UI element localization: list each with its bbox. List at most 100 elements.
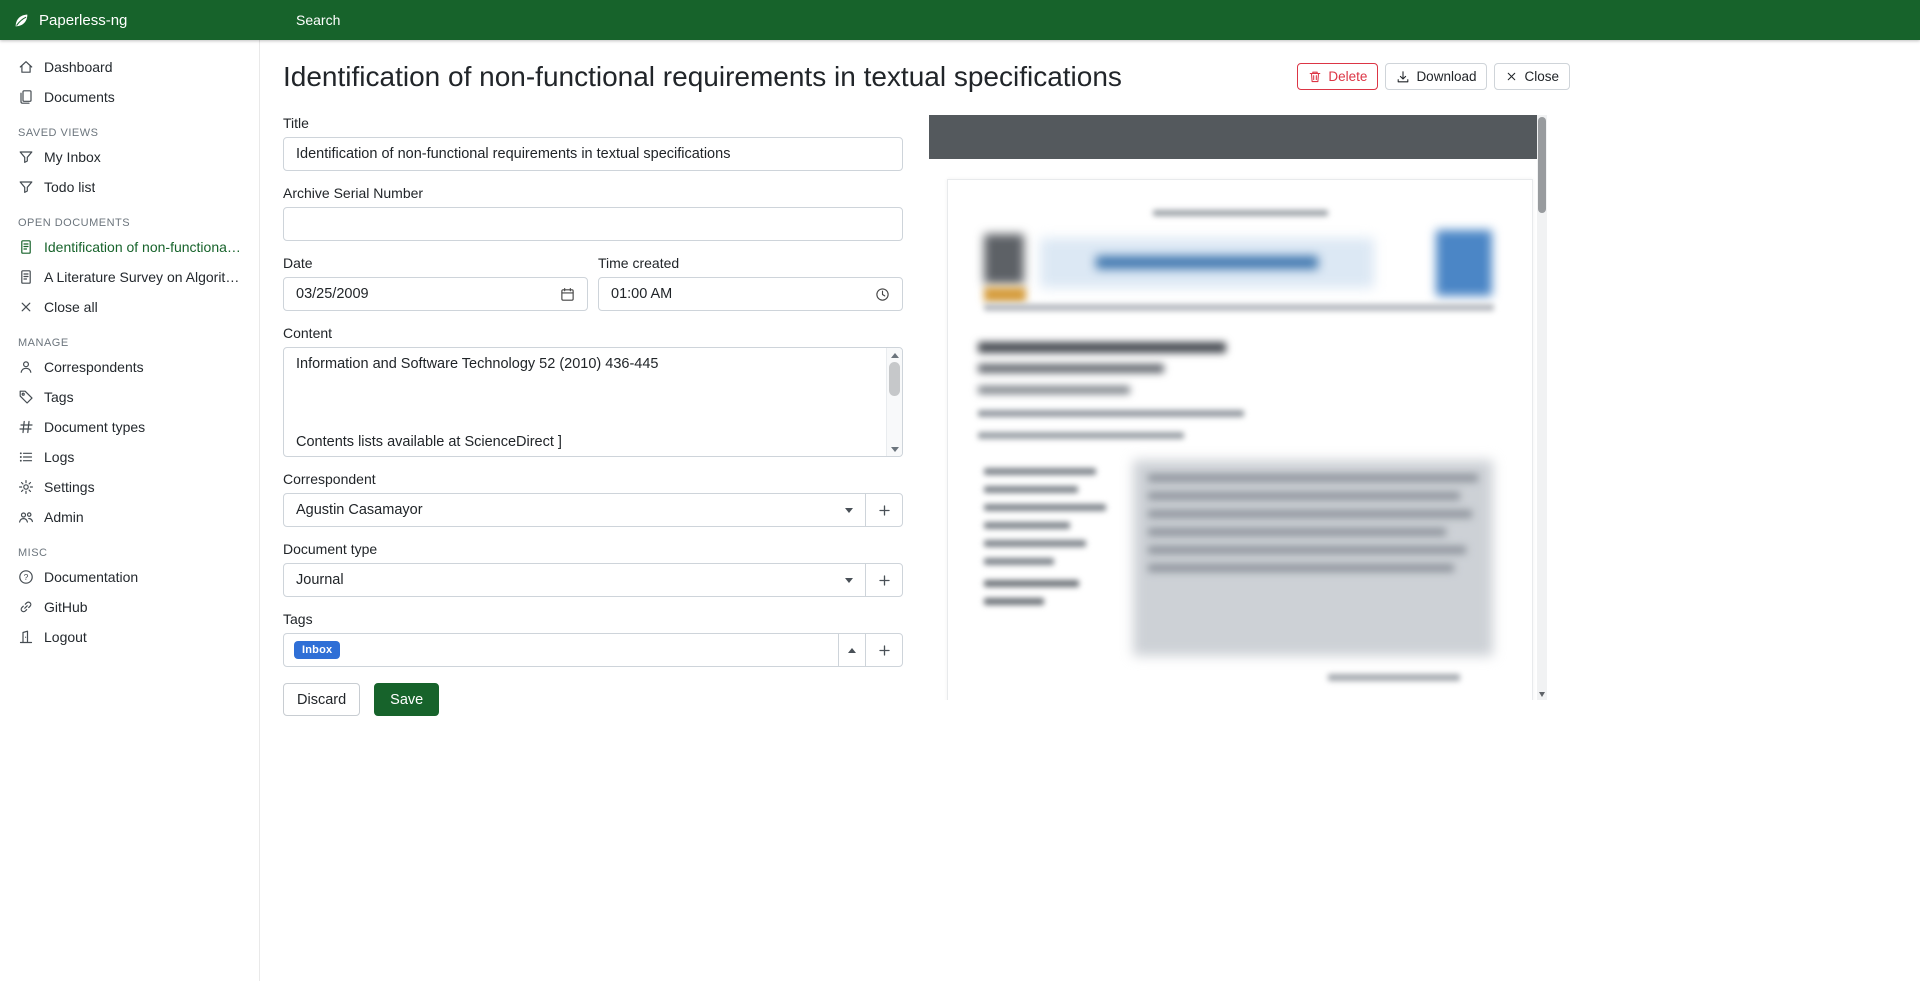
close-icon	[1505, 70, 1518, 83]
sidebar-item-tags[interactable]: Tags	[0, 382, 259, 412]
search-input[interactable]: Search	[296, 12, 340, 28]
sidebar-item-correspondents[interactable]: Correspondents	[0, 352, 259, 382]
tag-icon	[18, 389, 34, 405]
blur-shape	[1148, 528, 1446, 536]
sidebar-item-github[interactable]: GitHub	[0, 592, 259, 622]
correspondent-value: Agustin Casamayor	[296, 502, 423, 518]
tags-input[interactable]: Inbox	[283, 633, 839, 667]
pdf-scrollbar-thumb[interactable]	[1538, 117, 1546, 213]
sidebar-item-settings[interactable]: Settings	[0, 472, 259, 502]
blur-shape	[1436, 230, 1492, 296]
tags-field-label: Tags	[283, 611, 903, 627]
date-input[interactable]: 03/25/2009	[283, 277, 588, 311]
sidebar-open-document-1[interactable]: Identification of non-functional require…	[0, 232, 259, 262]
sidebar-item-dashboard[interactable]: Dashboard	[0, 52, 259, 82]
blur-shape	[978, 432, 1184, 439]
scroll-up-arrow-icon[interactable]	[887, 348, 903, 362]
section-title-misc: MISC	[0, 547, 259, 559]
gear-icon	[18, 479, 34, 495]
time-created-value: 01:00 AM	[611, 286, 672, 302]
scroll-down-arrow-icon[interactable]	[887, 442, 903, 456]
blur-shape	[978, 364, 1164, 373]
sidebar-open-document-2[interactable]: A Literature Survey on Algorithms for Mu…	[0, 262, 259, 292]
tag-badge-inbox[interactable]: Inbox	[294, 641, 340, 659]
list-icon	[18, 449, 34, 465]
question-circle-icon: ?	[18, 569, 34, 585]
delete-button[interactable]: Delete	[1297, 63, 1378, 90]
pdf-scrollbar[interactable]	[1537, 115, 1547, 700]
title-input[interactable]	[283, 137, 903, 171]
correspondent-select[interactable]: Agustin Casamayor	[283, 493, 866, 527]
save-button[interactable]: Save	[374, 683, 439, 716]
asn-field-label: Archive Serial Number	[283, 185, 903, 201]
pdf-scroll-down-arrow-icon[interactable]	[1538, 692, 1546, 697]
sidebar-item-documentation[interactable]: ? Documentation	[0, 562, 259, 592]
sidebar: Dashboard Documents SAVED VIEWS My Inbox…	[0, 40, 260, 981]
sidebar-item-label: Document types	[44, 419, 145, 435]
sidebar-item-label: GitHub	[44, 599, 88, 615]
add-document-type-button[interactable]	[865, 563, 903, 597]
sidebar-item-label: Correspondents	[44, 359, 144, 375]
document-type-value: Journal	[296, 572, 344, 588]
add-tag-button[interactable]	[865, 633, 903, 667]
close-button-label: Close	[1524, 69, 1559, 84]
download-icon	[1396, 70, 1410, 84]
blur-shape	[984, 287, 1026, 302]
content-scrollbar-thumb[interactable]	[889, 362, 900, 396]
filter-icon	[18, 179, 34, 195]
blur-shape	[984, 522, 1070, 529]
sidebar-item-label: Close all	[44, 299, 98, 315]
file-text-icon	[18, 269, 34, 285]
content-textarea[interactable]: Information and Software Technology 52 (…	[283, 347, 903, 457]
delete-button-label: Delete	[1328, 69, 1367, 84]
add-correspondent-button[interactable]	[865, 493, 903, 527]
blur-shape	[1148, 564, 1454, 572]
document-type-field-label: Document type	[283, 541, 903, 557]
sidebar-item-label: My Inbox	[44, 149, 101, 165]
sidebar-item-admin[interactable]: Admin	[0, 502, 259, 532]
sidebar-item-logs[interactable]: Logs	[0, 442, 259, 472]
sidebar-item-todo-list[interactable]: Todo list	[0, 172, 259, 202]
document-type-select[interactable]: Journal	[283, 563, 866, 597]
discard-button[interactable]: Discard	[283, 683, 360, 716]
calendar-icon[interactable]	[560, 287, 575, 302]
sidebar-item-my-inbox[interactable]: My Inbox	[0, 142, 259, 172]
sidebar-item-label: Settings	[44, 479, 95, 495]
document-edit-form: Title Archive Serial Number Date 03/25/2…	[283, 115, 903, 716]
chevron-down-icon	[845, 508, 853, 513]
person-icon	[18, 359, 34, 375]
sidebar-item-documents[interactable]: Documents	[0, 82, 259, 112]
blur-shape	[978, 410, 1244, 417]
blur-shape	[984, 598, 1044, 605]
pdf-viewer-body[interactable]	[929, 159, 1537, 700]
pdf-preview	[929, 115, 1547, 700]
archive-serial-number-input[interactable]	[283, 207, 903, 241]
people-icon	[18, 509, 34, 525]
blur-shape	[1328, 674, 1460, 681]
sidebar-item-label: Documents	[44, 89, 115, 105]
svg-text:?: ?	[24, 572, 29, 582]
paperless-logo-icon	[13, 12, 30, 29]
blur-shape	[1096, 256, 1318, 269]
chevron-up-icon	[848, 648, 856, 653]
sidebar-item-close-all[interactable]: Close all	[0, 292, 259, 322]
date-value: 03/25/2009	[296, 286, 369, 302]
link-icon	[18, 599, 34, 615]
time-created-input[interactable]: 01:00 AM	[598, 277, 903, 311]
tags-dropdown-toggle[interactable]	[838, 633, 866, 667]
sidebar-item-logout[interactable]: Logout	[0, 622, 259, 652]
brand[interactable]: Paperless-ng	[0, 12, 260, 29]
hash-icon	[18, 419, 34, 435]
clock-icon[interactable]	[875, 287, 890, 302]
close-button[interactable]: Close	[1494, 63, 1570, 90]
section-title-manage: MANAGE	[0, 337, 259, 349]
download-button-label: Download	[1416, 69, 1476, 84]
download-button[interactable]: Download	[1385, 63, 1487, 90]
sidebar-item-label: Documentation	[44, 569, 138, 585]
sidebar-item-label: Todo list	[44, 179, 95, 195]
blur-shape	[978, 386, 1130, 394]
sidebar-item-document-types[interactable]: Document types	[0, 412, 259, 442]
blur-shape	[984, 486, 1078, 493]
content-scrollbar[interactable]	[886, 348, 902, 456]
sidebar-item-label: Tags	[44, 389, 74, 405]
